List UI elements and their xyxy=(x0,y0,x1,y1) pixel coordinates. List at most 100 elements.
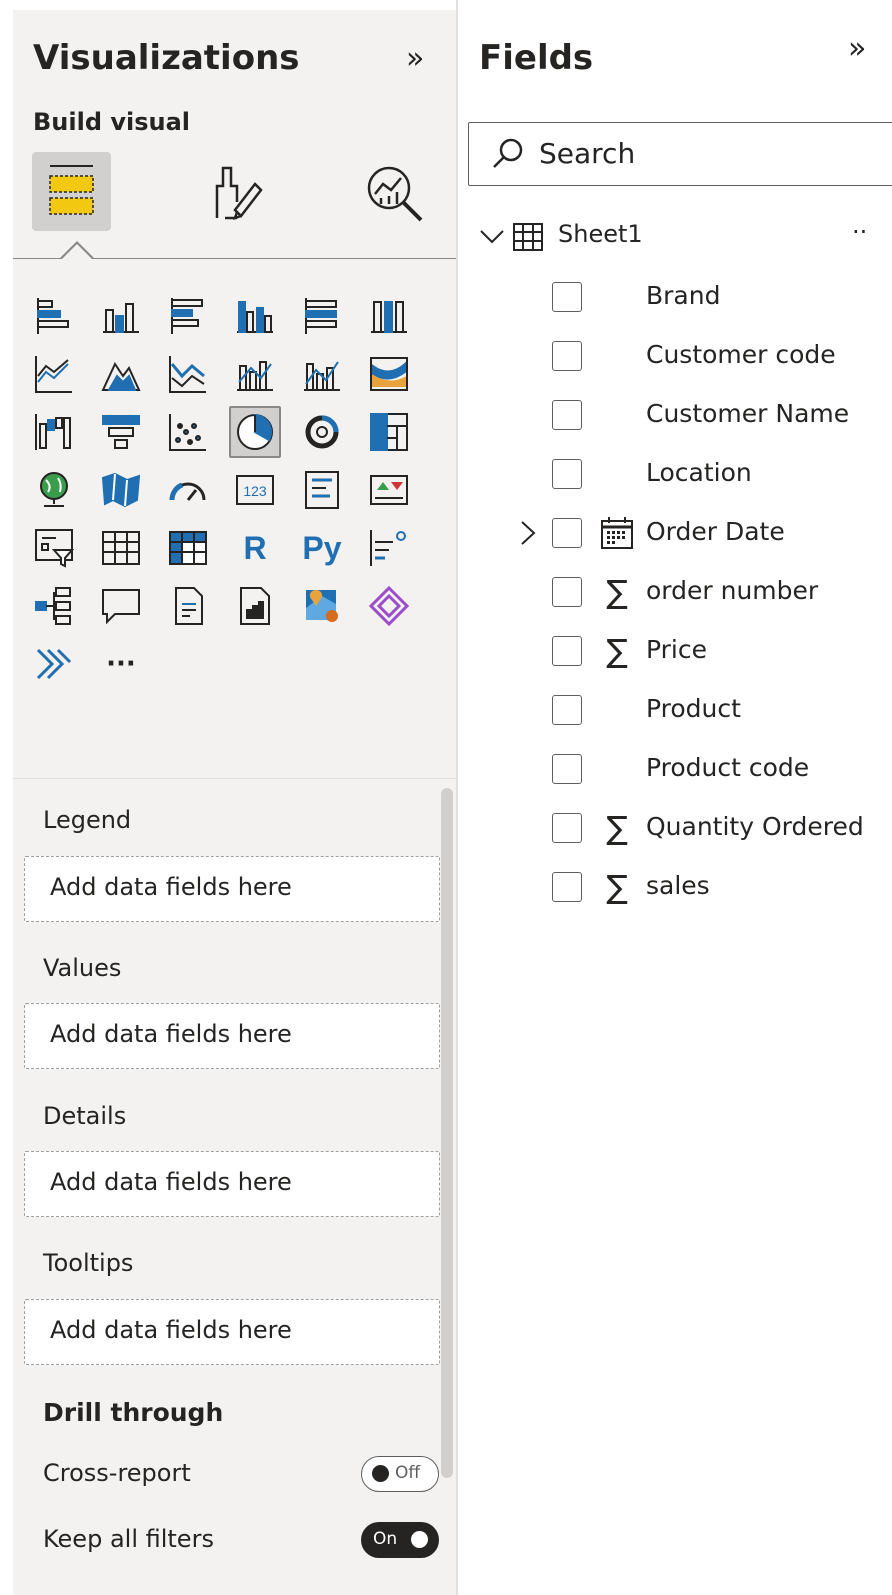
filled-map-icon[interactable] xyxy=(95,464,147,516)
waterfall-chart-icon[interactable] xyxy=(28,406,80,458)
tooltips-well-label: Tooltips xyxy=(43,1249,134,1277)
field-checkbox[interactable] xyxy=(552,341,582,371)
keep-all-filters-toggle[interactable]: On xyxy=(361,1522,439,1558)
gauge-icon[interactable] xyxy=(162,464,214,516)
visualizations-pane: Visualizations » Build visual 123 R Py ·… xyxy=(13,10,456,1595)
field-row[interactable]: Customer code xyxy=(516,337,892,377)
azure-map-icon[interactable] xyxy=(296,580,348,632)
smart-narrative-icon[interactable] xyxy=(162,580,214,632)
treemap-icon[interactable] xyxy=(363,406,415,458)
r-script-visual-icon[interactable]: R xyxy=(229,522,281,574)
multi-row-card-icon[interactable] xyxy=(296,464,348,516)
analytics-magnifier-icon xyxy=(367,166,423,222)
paginated-report-icon[interactable] xyxy=(229,580,281,632)
legend-well-label: Legend xyxy=(43,806,132,834)
field-checkbox[interactable] xyxy=(552,695,582,725)
field-checkbox[interactable] xyxy=(552,459,582,489)
sigma-icon: ∑ xyxy=(606,573,628,611)
field-name: Product xyxy=(646,694,741,723)
field-checkbox[interactable] xyxy=(552,872,582,902)
values-well[interactable]: Add data fields here xyxy=(24,1003,440,1069)
svg-text:123: 123 xyxy=(243,483,267,499)
collapse-fields-icon[interactable]: » xyxy=(848,34,866,64)
field-row[interactable]: ∑ order number xyxy=(516,573,892,613)
kpi-icon[interactable] xyxy=(363,464,415,516)
slicer-icon[interactable] xyxy=(28,522,80,574)
visualizations-scrollbar[interactable] xyxy=(441,788,453,1478)
fields-search-input[interactable]: Search xyxy=(468,122,892,186)
tooltips-well[interactable]: Add data fields here xyxy=(24,1299,440,1365)
field-row[interactable]: ∑ Price xyxy=(516,632,892,672)
analytics-tab[interactable] xyxy=(361,160,427,226)
field-checkbox[interactable] xyxy=(552,282,582,312)
drill-through-title: Drill through xyxy=(43,1398,224,1427)
field-checkbox[interactable] xyxy=(552,518,582,548)
pie-chart-icon[interactable] xyxy=(229,406,281,458)
field-row[interactable]: Order Date xyxy=(516,514,892,554)
chevron-right-icon[interactable] xyxy=(516,520,538,546)
matrix-icon[interactable] xyxy=(162,522,214,574)
field-row[interactable]: Customer Name xyxy=(516,396,892,436)
field-row[interactable]: Product code xyxy=(516,750,892,790)
field-name: Location xyxy=(646,458,752,487)
table-visual-icon[interactable] xyxy=(95,522,147,574)
field-row[interactable]: Location xyxy=(516,455,892,495)
visualizations-title: Visualizations xyxy=(33,38,300,78)
scatter-chart-icon[interactable] xyxy=(162,406,214,458)
python-visual-icon[interactable]: Py xyxy=(296,522,348,574)
line-and-clustered-column-icon[interactable] xyxy=(296,348,348,400)
card-icon[interactable]: 123 xyxy=(229,464,281,516)
collapse-visualizations-icon[interactable]: » xyxy=(406,44,424,74)
stacked-column-chart-icon[interactable] xyxy=(95,290,147,342)
clustered-bar-chart-icon[interactable] xyxy=(162,290,214,342)
field-name: Customer Name xyxy=(646,399,850,428)
100-percent-column-chart-icon[interactable] xyxy=(363,290,415,342)
stacked-bar-chart-icon[interactable] xyxy=(28,290,80,342)
field-checkbox[interactable] xyxy=(552,400,582,430)
ribbon-chart-icon[interactable] xyxy=(363,348,415,400)
field-name: order number xyxy=(646,576,819,605)
field-name: sales xyxy=(646,871,710,900)
line-and-stacked-column-icon[interactable] xyxy=(229,348,281,400)
field-row[interactable]: Brand xyxy=(516,278,892,318)
power-automate-icon[interactable] xyxy=(28,638,80,690)
fields-title: Fields xyxy=(479,38,594,78)
build-visual-label: Build visual xyxy=(33,108,191,136)
chevron-down-icon[interactable] xyxy=(478,222,506,250)
field-name: Customer code xyxy=(646,340,836,369)
area-chart-icon[interactable] xyxy=(95,348,147,400)
details-well[interactable]: Add data fields here xyxy=(24,1151,440,1217)
field-row[interactable]: Product xyxy=(516,691,892,731)
stacked-area-chart-icon[interactable] xyxy=(162,348,214,400)
power-apps-icon[interactable] xyxy=(363,580,415,632)
line-chart-icon[interactable] xyxy=(28,348,80,400)
gallery-divider xyxy=(13,778,456,779)
field-row[interactable]: ∑ Quantity Ordered xyxy=(516,809,892,849)
funnel-chart-icon[interactable] xyxy=(95,406,147,458)
clustered-column-chart-icon[interactable] xyxy=(229,290,281,342)
field-row[interactable]: ∑ sales xyxy=(516,868,892,908)
table-name: Sheet1 xyxy=(558,220,643,248)
more-visuals-icon[interactable]: ··· xyxy=(95,638,147,690)
format-brush-icon xyxy=(215,166,263,220)
key-influencers-icon[interactable] xyxy=(363,522,415,574)
legend-well[interactable]: Add data fields here xyxy=(24,856,440,922)
field-checkbox[interactable] xyxy=(552,813,582,843)
map-icon[interactable] xyxy=(28,464,80,516)
field-name: Product code xyxy=(646,753,810,782)
field-checkbox[interactable] xyxy=(552,577,582,607)
values-well-label: Values xyxy=(43,954,122,982)
field-checkbox[interactable] xyxy=(552,636,582,666)
field-name: Brand xyxy=(646,281,721,310)
field-name: Order Date xyxy=(646,517,785,546)
100-percent-bar-chart-icon[interactable] xyxy=(296,290,348,342)
table-more-options-icon[interactable]: ·· xyxy=(852,218,867,246)
format-visual-tab[interactable] xyxy=(203,160,267,224)
sigma-icon: ∑ xyxy=(606,632,628,670)
build-visual-tab[interactable] xyxy=(32,152,111,231)
cross-report-toggle[interactable]: Off xyxy=(361,1456,439,1492)
field-checkbox[interactable] xyxy=(552,754,582,784)
donut-chart-icon[interactable] xyxy=(296,406,348,458)
decomposition-tree-icon[interactable] xyxy=(28,580,80,632)
qna-icon[interactable] xyxy=(95,580,147,632)
